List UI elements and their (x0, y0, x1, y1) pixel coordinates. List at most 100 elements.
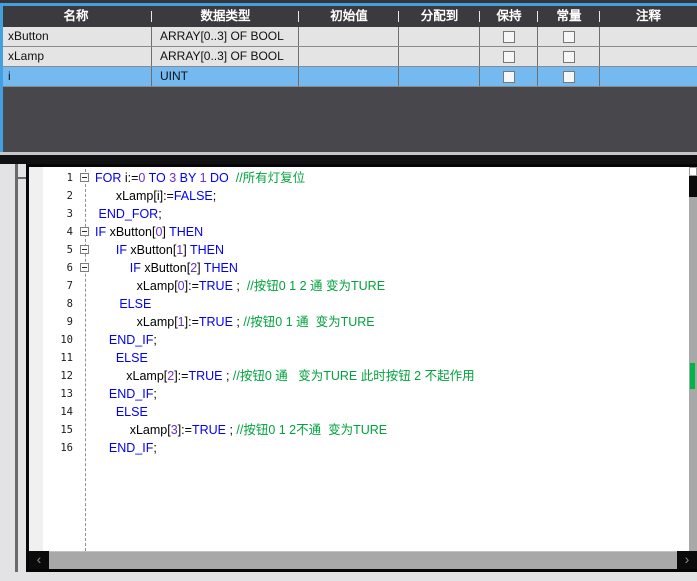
code-text: IF xButton[2] THEN (95, 259, 238, 277)
code-line-11[interactable]: 11 ELSE (29, 349, 689, 367)
constant-checkbox[interactable] (563, 71, 575, 83)
scroll-right-button[interactable]: › (677, 551, 697, 569)
column-header-6[interactable]: 常量 (538, 6, 600, 27)
table-left-border (0, 3, 3, 152)
fold-margin (77, 277, 95, 295)
fold-margin (77, 313, 95, 331)
code-line-9[interactable]: 9 xLamp[1]:=TRUE ; //按钮0 1 通 变为TURE (29, 313, 689, 331)
st-code-editor: 1FOR i:=0 TO 3 BY 1 DO //所有灯复位2 xLamp[i]… (26, 164, 697, 572)
line-number: 12 (29, 370, 77, 382)
code-line-3[interactable]: 3 END_FOR; (29, 205, 689, 223)
fold-collapse-icon[interactable] (80, 227, 89, 236)
horizontal-scrollbar[interactable]: ‹ › (29, 551, 697, 569)
header-divider (298, 11, 299, 22)
code-line-14[interactable]: 14 ELSE (29, 403, 689, 421)
code-text: FOR i:=0 TO 3 BY 1 DO //所有灯复位 (95, 169, 305, 187)
fold-margin (77, 403, 95, 421)
scroll-left-button[interactable]: ‹ (29, 551, 49, 569)
header-divider (398, 11, 399, 22)
code-text: xLamp[1]:=TRUE ; //按钮0 1 通 变为TURE (95, 313, 375, 331)
column-header-2[interactable]: 数据类型 (152, 6, 299, 27)
column-header-1[interactable]: 名称 (0, 6, 152, 27)
name-cell: xButton (0, 27, 152, 46)
fold-margin (77, 223, 95, 241)
code-line-15[interactable]: 15 xLamp[3]:=TRUE ; //按钮0 1 2不通 变为TURE (29, 421, 689, 439)
table-row-i[interactable]: iUINT (0, 67, 697, 87)
fold-collapse-icon[interactable] (80, 263, 89, 272)
code-line-1[interactable]: 1 FOR i:=0 TO 3 BY 1 DO //所有灯复位 (29, 169, 689, 187)
code-line-6[interactable]: 6 IF xButton[2] THEN (29, 259, 689, 277)
line-number: 9 (29, 316, 77, 328)
line-number: 11 (29, 352, 77, 364)
variable-declaration-table: 名称数据类型初始值分配到保持常量注释 xButtonARRAY[0..3] OF… (0, 0, 697, 152)
code-line-5[interactable]: 5 IF xButton[1] THEN (29, 241, 689, 259)
code-line-8[interactable]: 8 ELSE (29, 295, 689, 313)
constant-cell (538, 27, 600, 46)
type-cell: ARRAY[0..3] OF BOOL (152, 47, 299, 66)
code-text: xLamp[3]:=TRUE ; //按钮0 1 2不通 变为TURE (95, 421, 387, 439)
header-divider (151, 11, 152, 22)
code-line-13[interactable]: 13 END_IF; (29, 385, 689, 403)
line-number: 3 (29, 208, 77, 220)
column-header-3[interactable]: 初始值 (299, 6, 399, 27)
name-cell: i (0, 67, 152, 86)
code-line-7[interactable]: 7 xLamp[0]:=TRUE ; //按钮0 1 2 通 变为TURE (29, 277, 689, 295)
retain-cell (480, 27, 538, 46)
scroll-up-button[interactable] (689, 176, 697, 197)
code-text: END_IF; (95, 331, 157, 349)
line-number: 5 (29, 244, 77, 256)
retain-checkbox[interactable] (503, 71, 515, 83)
scrollbar-split-button[interactable] (689, 167, 697, 176)
init-value-cell (299, 27, 399, 46)
fold-margin (77, 331, 95, 349)
scroll-position-marker (690, 363, 695, 389)
header-divider (479, 11, 480, 22)
table-row-xLamp[interactable]: xLampARRAY[0..3] OF BOOL (0, 47, 697, 67)
line-number: 8 (29, 298, 77, 310)
column-header-7[interactable]: 注释 (600, 6, 697, 27)
fold-margin (77, 241, 95, 259)
fold-margin (77, 295, 95, 313)
horizontal-scroll-track[interactable] (49, 551, 677, 569)
line-number: 1 (29, 172, 77, 184)
comment-cell (600, 27, 697, 46)
code-line-12[interactable]: 12 xLamp[2]:=TRUE ; //按钮0 通 变为TURE 此时按钮 … (29, 367, 689, 385)
table-top-border (0, 3, 697, 6)
init-value-cell (299, 67, 399, 86)
fold-margin (77, 259, 95, 277)
header-divider (537, 11, 538, 22)
code-line-2[interactable]: 2 xLamp[i]:=FALSE; (29, 187, 689, 205)
column-header-4[interactable]: 分配到 (399, 6, 480, 27)
constant-checkbox[interactable] (563, 31, 575, 43)
code-line-16[interactable]: 16 END_IF; (29, 439, 689, 457)
init-value-cell (299, 47, 399, 66)
constant-checkbox[interactable] (563, 51, 575, 63)
line-number: 6 (29, 262, 77, 274)
panel-separator-dark[interactable] (0, 155, 697, 164)
column-header-5[interactable]: 保持 (480, 6, 538, 27)
fold-collapse-icon[interactable] (80, 173, 89, 182)
code-line-4[interactable]: 4IF xButton[0] THEN (29, 223, 689, 241)
code-text: ELSE (95, 295, 151, 313)
code-area[interactable]: 1FOR i:=0 TO 3 BY 1 DO //所有灯复位2 xLamp[i]… (29, 167, 689, 551)
code-text: xLamp[i]:=FALSE; (95, 187, 216, 205)
code-text: xLamp[0]:=TRUE ; //按钮0 1 2 通 变为TURE (95, 277, 385, 295)
vertical-scrollbar[interactable] (689, 167, 697, 551)
line-number: 2 (29, 190, 77, 202)
constant-cell (538, 47, 600, 66)
code-text: END_FOR; (95, 205, 162, 223)
code-text: ELSE (95, 349, 148, 367)
code-text: IF xButton[0] THEN (95, 223, 203, 241)
table-row-xButton[interactable]: xButtonARRAY[0..3] OF BOOL (0, 27, 697, 47)
table-body: xButtonARRAY[0..3] OF BOOLxLampARRAY[0..… (0, 27, 697, 87)
code-text: END_IF; (95, 439, 157, 457)
code-line-10[interactable]: 10 END_IF; (29, 331, 689, 349)
fold-margin (77, 385, 95, 403)
comment-cell (600, 67, 697, 86)
retain-checkbox[interactable] (503, 51, 515, 63)
code-panel: 1FOR i:=0 TO 3 BY 1 DO //所有灯复位2 xLamp[i]… (0, 164, 697, 581)
fold-collapse-icon[interactable] (80, 245, 89, 254)
retain-checkbox[interactable] (503, 31, 515, 43)
vertical-splitter[interactable] (15, 164, 18, 572)
plc-ide-screen: 名称数据类型初始值分配到保持常量注释 xButtonARRAY[0..3] OF… (0, 0, 697, 581)
